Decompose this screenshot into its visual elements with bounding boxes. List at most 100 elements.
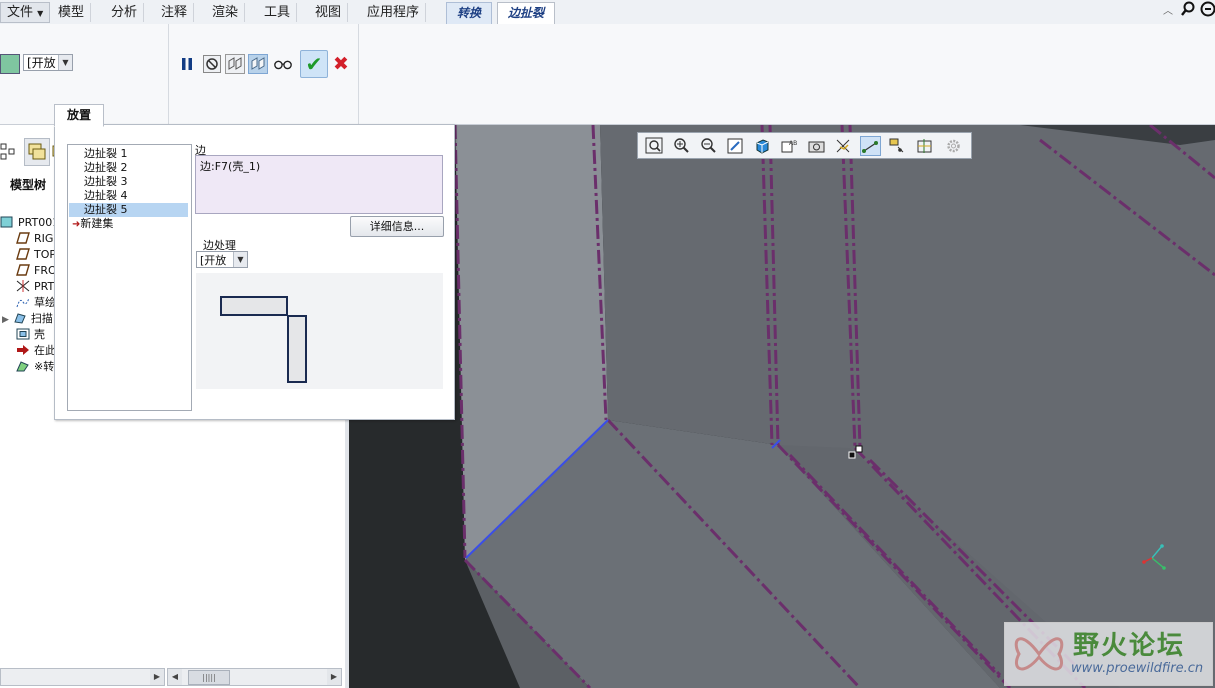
repaint-icon <box>727 138 743 154</box>
menu-file-label: 文件 <box>7 5 34 20</box>
camera-icon <box>808 141 825 153</box>
chevron-down-icon[interactable]: ▼ <box>58 55 72 70</box>
csys-display-button[interactable] <box>914 136 935 156</box>
tree-item-insert-here[interactable]: 在此 <box>16 343 56 359</box>
edge-reference[interactable]: 边:F7(壳_1) <box>200 160 260 173</box>
details-button[interactable]: 详细信息... <box>350 216 444 237</box>
scroll-left-icon[interactable]: ◀ <box>168 669 182 685</box>
display-style-button[interactable] <box>752 136 773 156</box>
sketch-icon <box>16 297 30 308</box>
axis-display-button[interactable] <box>860 136 881 156</box>
menu-view[interactable]: 视图 <box>309 3 349 22</box>
no-preview-button[interactable] <box>202 54 222 74</box>
list-item[interactable]: 边扯裂 4 <box>69 189 188 203</box>
preview-button[interactable] <box>225 54 245 74</box>
zoom-in-button[interactable] <box>671 136 692 156</box>
verify-mode-button[interactable] <box>248 54 268 74</box>
scroll-thumb[interactable]: ||||| <box>188 670 230 685</box>
list-item[interactable]: 边扯裂 2 <box>69 161 188 175</box>
datum-plane-icon <box>16 248 30 260</box>
tree-item-label: 草绘 <box>34 296 56 309</box>
ok-button[interactable]: ✔ <box>300 50 328 78</box>
verify-mode-icon <box>248 54 268 74</box>
saved-views-icon: AB <box>781 140 797 153</box>
ribbon-treatment-value: [开放 <box>27 56 56 70</box>
help-icon[interactable] <box>1200 1 1215 20</box>
coordinate-system-icon <box>16 280 30 292</box>
tree-item-sweep[interactable]: ▶ 扫描 <box>2 311 53 327</box>
model-tree-tab-icon[interactable] <box>24 138 50 166</box>
expand-arrow-icon[interactable]: ▶ <box>2 315 9 325</box>
tab-placement[interactable]: 放置 <box>54 104 104 127</box>
model-3d-view[interactable] <box>349 125 1215 688</box>
checkmark-icon: ✔ <box>305 52 323 76</box>
list-item[interactable]: 边扯裂 3 <box>69 175 188 189</box>
menu-annotate[interactable]: 注释 <box>155 3 195 22</box>
refit-icon <box>645 137 663 154</box>
refit-button[interactable] <box>644 136 665 156</box>
drag-handle <box>855 445 863 453</box>
ribbon-treatment-select[interactable]: [开放 ▼ <box>23 54 73 71</box>
edge-treatment-icon[interactable] <box>0 54 20 74</box>
menu-analysis[interactable]: 分析 <box>105 3 145 22</box>
tree-item-shell[interactable]: 壳 <box>16 327 45 343</box>
new-set-item[interactable]: ➜新建集 <box>69 217 188 231</box>
datum-plane-icon <box>16 232 30 244</box>
shell-icon <box>16 328 30 340</box>
edge-rip-list[interactable]: 边扯裂 1 边扯裂 2 边扯裂 3 边扯裂 4 边扯裂 5 ➜新建集 <box>67 144 192 411</box>
edge-treatment-select[interactable]: [开放 ▼ <box>196 251 248 268</box>
cube-icon <box>756 139 769 154</box>
butterfly-logo-icon <box>1014 637 1064 671</box>
repaint-button[interactable] <box>725 136 746 156</box>
drag-handle <box>848 451 856 459</box>
tree-item-label: 在此 <box>34 344 56 357</box>
annotation-display-button[interactable] <box>943 136 964 156</box>
menu-bar: 文件 ▼ 模型 分析 注释 渲染 工具 视图 应用程序 转换 边扯裂 ︿ <box>0 0 1215 25</box>
no-preview-icon <box>203 55 221 73</box>
point-display-button[interactable] <box>887 136 908 156</box>
layer-tree-icon[interactable] <box>0 140 16 164</box>
model-tree-tab-label[interactable]: 模型树 <box>10 176 46 193</box>
pause-icon <box>182 58 192 70</box>
menu-file[interactable]: 文件 ▼ <box>0 2 51 23</box>
axis-icon <box>862 141 878 153</box>
zoom-out-button[interactable] <box>698 136 719 156</box>
datum-display-button[interactable] <box>833 136 854 156</box>
tab-convert[interactable]: 转换 <box>446 2 493 24</box>
search-icon[interactable] <box>1181 1 1195 20</box>
tree-item-convert[interactable]: ※转 <box>16 359 54 375</box>
new-set-label: 新建集 <box>80 217 114 230</box>
pause-button[interactable] <box>177 54 197 74</box>
tab-edge-rip[interactable]: 边扯裂 <box>497 2 556 25</box>
zoom-out-icon <box>701 138 716 153</box>
sweep-icon <box>14 313 26 324</box>
chevron-down-icon[interactable]: ▼ <box>233 252 247 267</box>
edge-treatment-value: [开放 <box>200 254 227 267</box>
part-icon <box>0 216 13 228</box>
minimize-ribbon-icon[interactable]: ︿ <box>1163 2 1173 17</box>
menu-render[interactable]: 渲染 <box>206 3 246 22</box>
list-item-selected[interactable]: 边扯裂 5 <box>69 203 188 217</box>
graphics-window[interactable] <box>349 125 1215 688</box>
ribbon <box>0 24 1215 125</box>
preview-icon <box>225 54 245 74</box>
view-manager-button[interactable] <box>806 136 827 156</box>
tree-horizontal-scrollbar[interactable]: ▶ <box>0 668 165 686</box>
convert-icon <box>16 361 29 372</box>
menu-model[interactable]: 模型 <box>52 3 92 22</box>
tree-item-sketch[interactable]: 草绘 <box>16 295 56 311</box>
glasses-preview-button[interactable] <box>273 54 293 74</box>
list-item[interactable]: 边扯裂 1 <box>69 147 188 161</box>
edge-collector[interactable]: 边:F7(壳_1) <box>195 155 443 214</box>
menu-tools[interactable]: 工具 <box>258 3 298 22</box>
tree-columns-scrollbar[interactable]: ◀ ||||| ▶ <box>167 668 342 686</box>
menu-applications[interactable]: 应用程序 <box>361 3 427 22</box>
saved-views-button[interactable]: AB <box>779 136 800 156</box>
close-icon: ✖ <box>333 53 349 75</box>
scroll-right-icon[interactable]: ▶ <box>150 669 164 685</box>
forum-watermark: 野火论坛 www.proewildfire.cn <box>1004 622 1213 686</box>
cancel-button[interactable]: ✖ <box>331 53 351 75</box>
scroll-right-icon[interactable]: ▶ <box>327 669 341 685</box>
zoom-in-icon <box>674 138 689 153</box>
tree-item-top-plane[interactable]: TOP <box>16 247 56 263</box>
